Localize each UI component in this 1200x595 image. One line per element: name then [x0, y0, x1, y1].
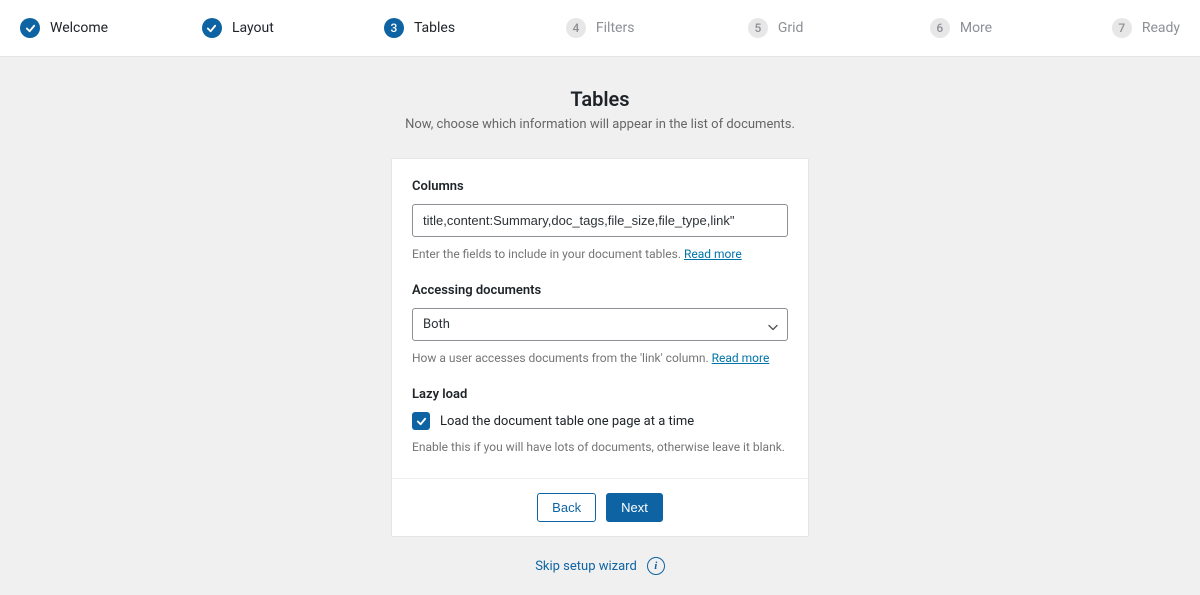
step-label: More	[960, 20, 992, 36]
columns-read-more-link[interactable]: Read more	[684, 247, 742, 261]
settings-card: Columns Enter the fields to include in y…	[391, 158, 809, 537]
skip-setup-link[interactable]: Skip setup wizard	[535, 559, 637, 574]
accessing-label: Accessing documents	[412, 283, 788, 298]
next-button[interactable]: Next	[606, 493, 663, 522]
step-number-icon: 7	[1112, 18, 1132, 38]
step-label: Filters	[596, 20, 635, 36]
step-number-icon: 5	[748, 18, 768, 38]
accessing-help: How a user accesses documents from the '…	[412, 351, 788, 365]
back-button[interactable]: Back	[537, 493, 596, 522]
lazy-load-checkbox[interactable]	[412, 412, 430, 430]
step-number-icon: 3	[384, 18, 404, 38]
accessing-help-text: How a user accesses documents from the '…	[412, 351, 712, 365]
step-welcome[interactable]: Welcome	[20, 18, 202, 38]
step-filters[interactable]: 4 Filters	[566, 18, 748, 38]
check-icon	[416, 416, 427, 427]
step-number-icon: 6	[930, 18, 950, 38]
step-layout[interactable]: Layout	[202, 18, 384, 38]
step-tables[interactable]: 3 Tables	[384, 18, 566, 38]
step-number-icon: 4	[566, 18, 586, 38]
columns-help: Enter the fields to include in your docu…	[412, 247, 788, 261]
step-ready[interactable]: 7 Ready	[1112, 18, 1180, 38]
card-footer: Back Next	[392, 478, 808, 536]
lazy-label: Lazy load	[412, 387, 788, 402]
step-grid[interactable]: 5 Grid	[748, 18, 930, 38]
columns-input[interactable]	[412, 204, 788, 237]
field-accessing: Accessing documents Both How a user acce…	[412, 283, 788, 365]
step-more[interactable]: 6 More	[930, 18, 1112, 38]
check-icon	[202, 18, 222, 38]
page-subtitle: Now, choose which information will appea…	[0, 117, 1200, 132]
field-columns: Columns Enter the fields to include in y…	[412, 179, 788, 261]
step-label: Tables	[414, 20, 455, 36]
step-label: Welcome	[50, 20, 108, 36]
lazy-help: Enable this if you will have lots of doc…	[412, 440, 788, 454]
page-title: Tables	[0, 87, 1200, 111]
check-icon	[20, 18, 40, 38]
columns-label: Columns	[412, 179, 788, 194]
lazy-checkbox-label: Load the document table one page at a ti…	[440, 414, 694, 429]
setup-stepper: Welcome Layout 3 Tables 4 Filters 5 Grid…	[0, 0, 1200, 57]
field-lazy-load: Lazy load Load the document table one pa…	[412, 387, 788, 454]
step-label: Ready	[1142, 20, 1180, 36]
skip-row: Skip setup wizard i	[0, 557, 1200, 575]
main-content: Tables Now, choose which information wil…	[0, 57, 1200, 595]
step-label: Layout	[232, 20, 274, 36]
columns-help-text: Enter the fields to include in your docu…	[412, 247, 684, 261]
info-icon[interactable]: i	[647, 557, 665, 575]
step-label: Grid	[778, 20, 804, 36]
accessing-select[interactable]: Both	[412, 308, 788, 341]
accessing-read-more-link[interactable]: Read more	[712, 351, 770, 365]
